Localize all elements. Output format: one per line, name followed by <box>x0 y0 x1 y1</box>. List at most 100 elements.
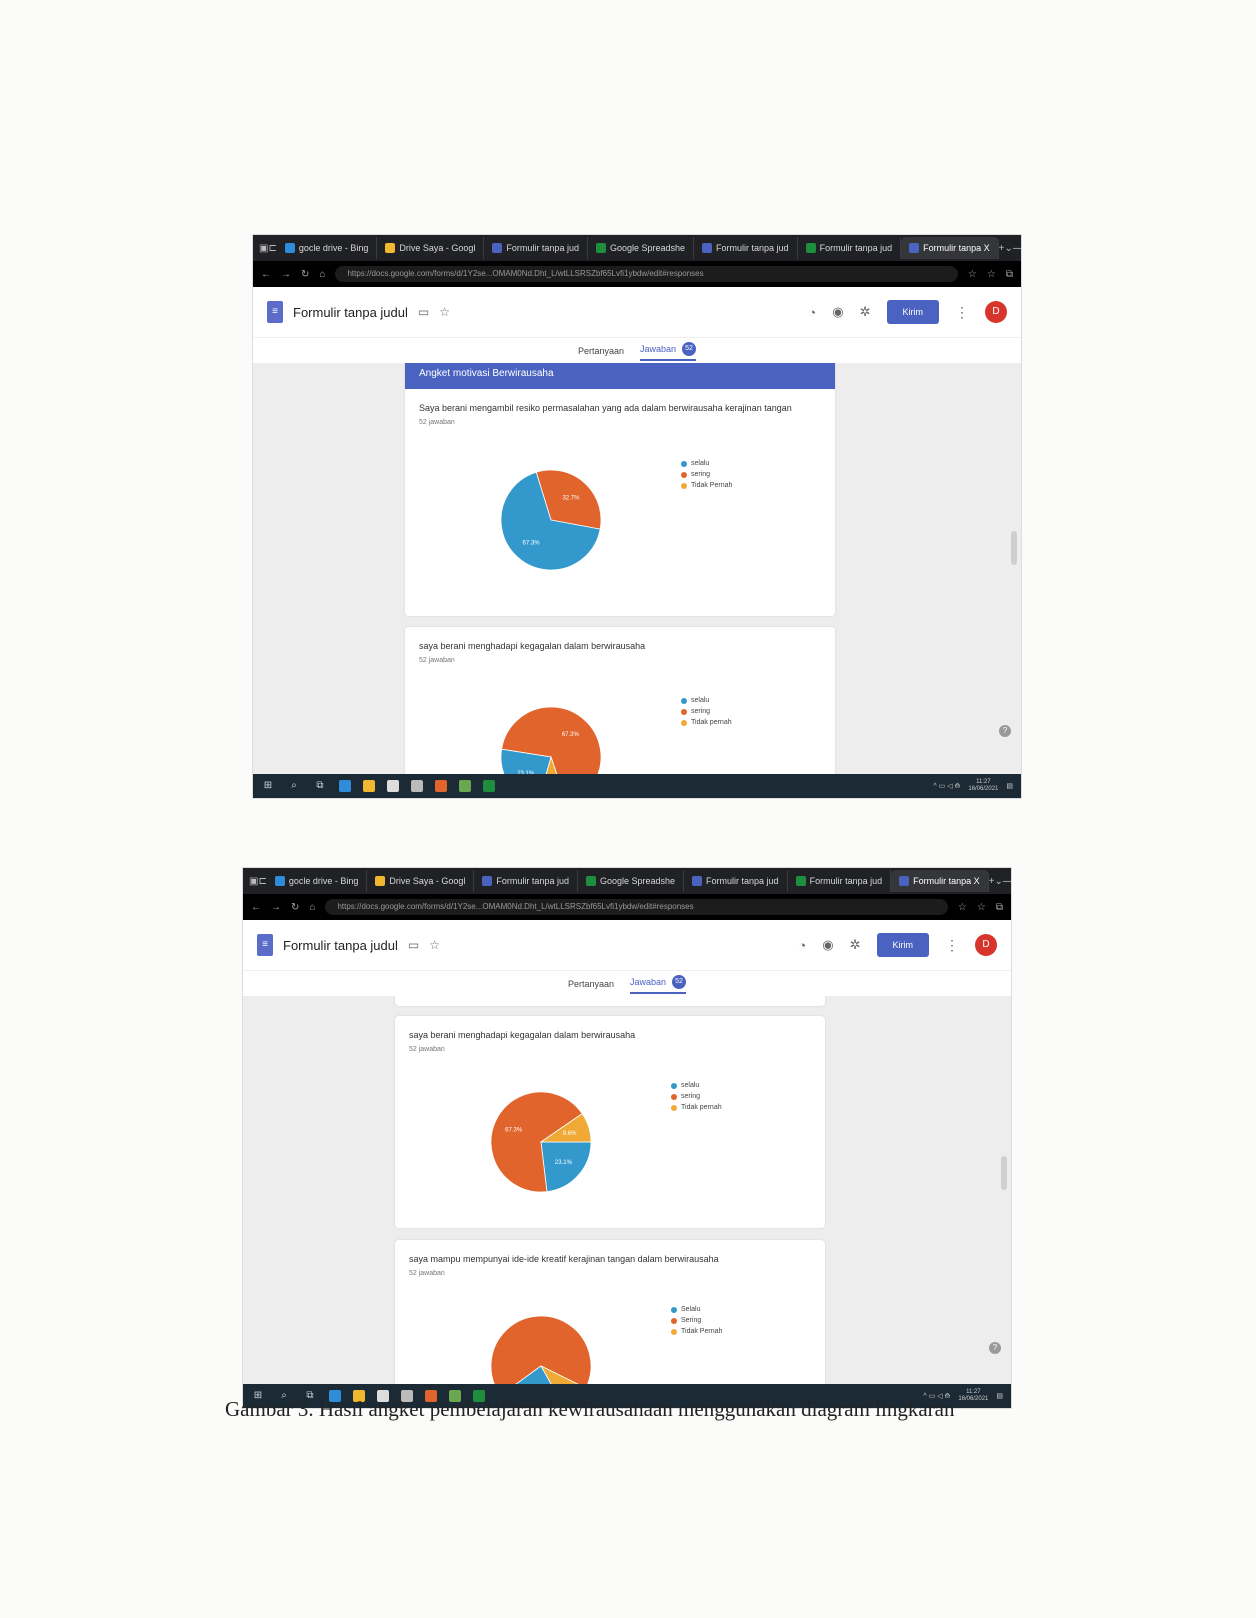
reload-icon[interactable]: ↻ <box>291 902 299 913</box>
star-icon[interactable]: ☆ <box>439 305 450 319</box>
legend-item: Selalu <box>671 1304 722 1315</box>
browser-tab[interactable]: Formulir tanpa jud <box>484 237 588 259</box>
more-menu-icon[interactable]: ⋮ <box>955 304 969 321</box>
back-icon[interactable]: ← <box>261 269 271 280</box>
back-icon[interactable]: ← <box>251 902 261 913</box>
more-menu-icon[interactable]: ⋮ <box>945 937 959 954</box>
photos-icon[interactable] <box>459 780 471 792</box>
browser-tab[interactable]: Drive Saya - Googl <box>377 237 485 259</box>
browser-tab[interactable]: Formulir tanpa jud <box>684 870 788 892</box>
help-icon[interactable]: ? <box>999 725 1011 737</box>
tab-label: Google Spreadshe <box>599 876 676 886</box>
tab-questions[interactable]: Pertanyaan <box>578 346 624 356</box>
browser-tab[interactable]: Google Spreadshe <box>578 870 685 892</box>
settings-gear-icon[interactable]: ✲ <box>850 937 861 953</box>
tab-favicon-icon <box>805 243 816 253</box>
tab-label: Formulir tanpa jud <box>706 876 779 886</box>
url-input[interactable]: https://docs.google.com/forms/d/1Y2se...… <box>335 266 958 282</box>
folder-icon[interactable]: ▭ <box>408 938 419 952</box>
file-explorer-icon[interactable] <box>363 780 375 792</box>
tab-favicon-icon <box>492 243 503 253</box>
star-icon[interactable]: ☆ <box>429 938 440 952</box>
tab-actions-icon[interactable]: ▣ <box>259 243 268 254</box>
send-button[interactable]: Kirim <box>886 300 939 324</box>
tab-label: Formulir tanpa jud <box>716 243 789 253</box>
task-view-icon[interactable]: ⧉ <box>313 779 327 793</box>
reload-icon[interactable]: ↻ <box>301 269 309 280</box>
clock[interactable]: 11:27 16/06/2021 <box>968 779 998 793</box>
search-icon[interactable]: ⌕ <box>287 779 301 793</box>
browser-tab[interactable]: gocle drive - Bing <box>277 237 378 259</box>
responses-area: saya berani menghadapi kegagalan dalam b… <box>243 996 1011 1384</box>
folder-icon[interactable]: ▭ <box>418 305 429 319</box>
collections-icon[interactable]: ⧉ <box>1006 269 1013 280</box>
tab-search-icon[interactable]: ⊏ <box>258 876 266 887</box>
avatar[interactable]: D <box>985 301 1007 323</box>
tab-questions[interactable]: Pertanyaan <box>568 979 614 989</box>
mail-icon[interactable] <box>411 780 423 792</box>
browser-tab[interactable]: gocle drive - Bing <box>267 870 368 892</box>
tab-search-icon[interactable]: ⊏ <box>268 243 276 254</box>
minimize-icon[interactable]: — <box>1003 876 1011 887</box>
home-icon[interactable]: ⌂ <box>309 902 315 913</box>
browser-tab[interactable]: Formulir tanpa jud <box>474 870 578 892</box>
avatar[interactable]: D <box>975 934 997 956</box>
home-icon[interactable]: ⌂ <box>319 269 325 280</box>
tab-label: gocle drive - Bing <box>298 243 369 253</box>
palette-icon[interactable]: ◔ <box>798 938 806 953</box>
tab-actions-icon[interactable]: ▣ <box>249 876 258 887</box>
preview-eye-icon[interactable]: ◉ <box>822 937 833 953</box>
excel-icon[interactable] <box>483 780 495 792</box>
url-input[interactable]: https://docs.google.com/forms/d/1Y2se...… <box>325 899 948 915</box>
browser-tab[interactable]: Formulir tanpa X <box>891 870 989 892</box>
send-button[interactable]: Kirim <box>876 933 929 957</box>
legend-item: selalu <box>681 695 732 706</box>
legend-swatch-icon <box>671 1104 677 1111</box>
browser-tab[interactable]: Drive Saya - Googl <box>367 870 475 892</box>
start-windows-icon[interactable]: ⊞ <box>261 779 275 793</box>
form-title[interactable]: Formulir tanpa judul <box>293 305 408 320</box>
help-icon[interactable]: ? <box>989 1342 1001 1354</box>
tab-favicon-icon <box>284 243 295 253</box>
response-count: 52 jawaban <box>409 1270 445 1277</box>
browser-tab[interactable]: Formulir tanpa jud <box>798 237 902 259</box>
bookmark-star-icon[interactable]: ☆ <box>958 902 967 913</box>
edge-app-icon[interactable] <box>339 780 351 792</box>
tab-list-icon[interactable]: ⌄ <box>1005 243 1013 254</box>
tray-icons[interactable]: ^ ▭ ◁ ⟰ <box>933 782 960 790</box>
tab-list-icon[interactable]: ⌄ <box>995 876 1003 887</box>
pie-slice-selalu[interactable] <box>540 1141 592 1193</box>
form-title[interactable]: Formulir tanpa judul <box>283 938 398 953</box>
favorites-icon[interactable]: ☆ <box>987 269 996 280</box>
bookmark-star-icon[interactable]: ☆ <box>968 269 977 280</box>
minimize-icon[interactable]: — <box>1013 243 1021 254</box>
forms-logo-icon[interactable]: ≡ <box>267 301 283 323</box>
pie-data-label: 9.6% <box>563 1131 577 1137</box>
legend-item: Tidak Pernah <box>681 480 732 491</box>
browser-tab[interactable]: Formulir tanpa jud <box>788 870 892 892</box>
tab-label: Formulir tanpa jud <box>496 876 569 886</box>
collections-icon[interactable]: ⧉ <box>996 902 1003 913</box>
forward-icon[interactable]: → <box>281 269 291 280</box>
palette-icon[interactable]: ◔ <box>808 305 816 320</box>
form-tabs: Pertanyaan Jawaban 52 <box>253 338 1021 365</box>
scrollbar-thumb[interactable] <box>1011 531 1017 565</box>
forms-logo-icon[interactable]: ≡ <box>257 934 273 956</box>
legend-item: Tidak pernah <box>681 717 732 728</box>
legend-q2: selalu sering Tidak pernah <box>681 695 732 728</box>
forward-icon[interactable]: → <box>271 902 281 913</box>
tab-answers[interactable]: Jawaban 52 <box>640 341 697 361</box>
settings-gear-icon[interactable]: ✲ <box>860 304 871 320</box>
survey-title: Angket motivasi Berwirausaha <box>405 363 835 389</box>
notification-icon[interactable]: ▤ <box>1006 782 1013 790</box>
browser-tab[interactable]: Formulir tanpa jud <box>694 237 798 259</box>
tab-answers[interactable]: Jawaban 52 <box>630 974 687 994</box>
store-icon[interactable] <box>387 780 399 792</box>
legend-swatch-icon <box>671 1328 677 1335</box>
browser-tab[interactable]: Google Spreadshe <box>588 237 695 259</box>
preview-eye-icon[interactable]: ◉ <box>832 304 843 320</box>
office-icon[interactable] <box>435 780 447 792</box>
favorites-icon[interactable]: ☆ <box>977 902 986 913</box>
scrollbar-thumb[interactable] <box>1001 1156 1007 1190</box>
browser-tab[interactable]: Formulir tanpa X <box>901 237 999 259</box>
